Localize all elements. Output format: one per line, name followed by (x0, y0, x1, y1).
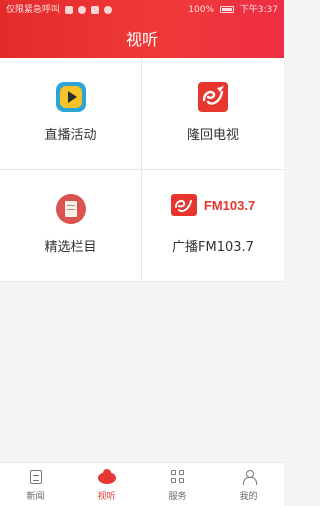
grid-item-featured[interactable]: 精选栏目 (0, 170, 142, 282)
grid-icon (170, 470, 185, 484)
status-bar: 仅限紧急呼叫 100% 下午3:37 (0, 0, 284, 20)
media-grid: 直播活动 隆回电视 精选栏目 FM103.7 广播FM103.7 (0, 58, 284, 282)
nav-item-service[interactable]: 服务 (142, 463, 213, 506)
grid-item-label: 广播FM103.7 (172, 240, 254, 255)
nav-label: 我的 (239, 492, 258, 502)
app-header: 仅限紧急呼叫 100% 下午3:37 视听 (0, 0, 284, 58)
bottom-nav: 新闻 视听 服务 我的 (0, 462, 284, 506)
grid-item-label: 直播活动 (44, 128, 97, 143)
fm-logo-text: FM103.7 (203, 197, 256, 213)
signal-icon (64, 5, 73, 14)
wifi-icon (77, 5, 86, 14)
document-icon (55, 194, 86, 224)
grid-item-tv[interactable]: 隆回电视 (142, 58, 284, 170)
video-icon (97, 469, 116, 484)
fm-logo: FM103.7 (170, 194, 256, 224)
fm-logo-icon (170, 194, 197, 216)
grid-item-label: 精选栏目 (44, 240, 97, 255)
page-title: 视听 (125, 30, 158, 49)
grid-item-radio[interactable]: FM103.7 广播FM103.7 (142, 170, 284, 282)
status-time: 下午3:37 (239, 5, 278, 15)
nav-item-mine[interactable]: 我的 (213, 463, 284, 506)
nav-item-news[interactable]: 新闻 (0, 463, 71, 506)
status-left-text: 仅限紧急呼叫 (6, 5, 61, 15)
battery-icon (219, 6, 234, 13)
user-icon (242, 470, 257, 485)
news-icon (29, 470, 42, 484)
battery-text: 100% (188, 5, 215, 15)
longhui-tv-logo-icon (198, 82, 228, 112)
nav-label: 服务 (168, 492, 187, 502)
app-notification-icon (103, 5, 112, 14)
nav-label: 新闻 (26, 492, 45, 502)
nav-label: 视听 (97, 492, 116, 502)
play-icon (55, 82, 86, 112)
grid-item-live[interactable]: 直播活动 (0, 58, 142, 170)
grid-item-label: 隆回电视 (186, 128, 239, 143)
app-notification-icon (90, 5, 99, 14)
nav-item-av[interactable]: 视听 (71, 463, 142, 506)
